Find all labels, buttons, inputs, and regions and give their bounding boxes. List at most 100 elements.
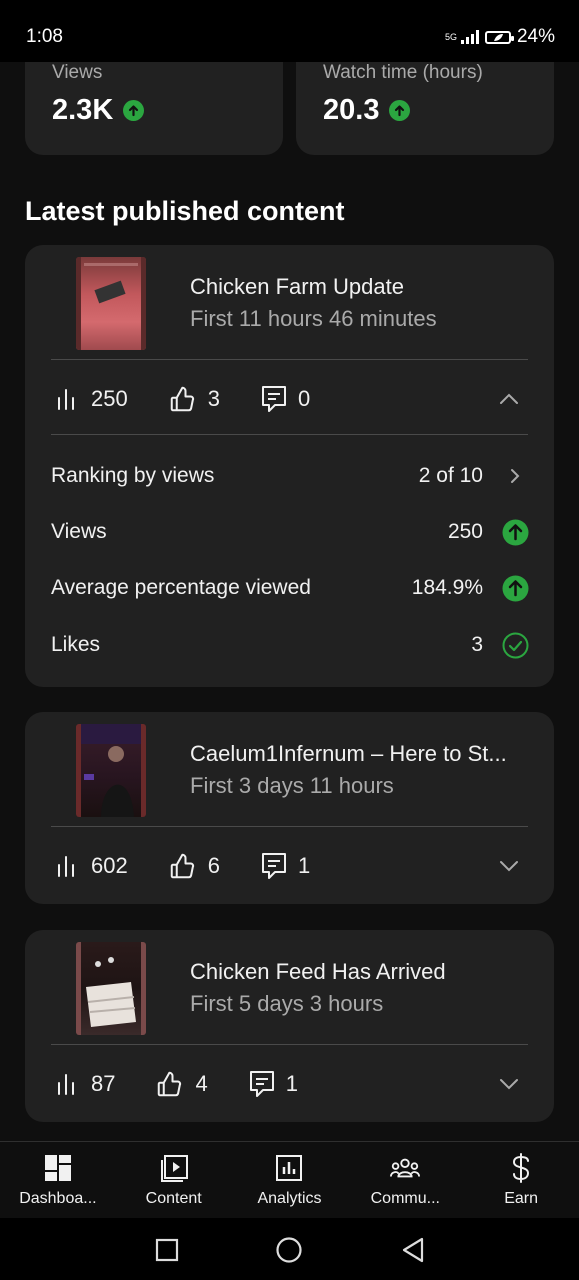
- detail-label: Views: [51, 520, 107, 543]
- analytics-icon: [273, 1152, 305, 1184]
- divider: [51, 359, 528, 360]
- likes-count: 4: [195, 1071, 208, 1096]
- comments-metric: 1: [260, 851, 310, 881]
- signal-icon: [460, 30, 479, 44]
- battery-percent: 24%: [516, 26, 555, 47]
- detail-value: 3: [471, 633, 483, 656]
- home-icon[interactable]: [275, 1236, 303, 1264]
- chevron-down-icon[interactable]: [498, 855, 520, 877]
- likes-count: 6: [207, 853, 220, 878]
- ranking-row[interactable]: Ranking by views 2 of 10: [51, 460, 529, 492]
- views-metric: 87: [55, 1071, 115, 1097]
- video-card[interactable]: Caelum1Infernum – Here to St... First 3 …: [25, 712, 554, 904]
- detail-value: 250: [447, 520, 483, 543]
- status-icons: 5G 24%: [445, 26, 555, 48]
- content-icon: [158, 1152, 190, 1184]
- comments-metric: 1: [248, 1069, 298, 1099]
- recent-apps-icon[interactable]: [155, 1238, 179, 1262]
- comments-count: 1: [285, 1071, 298, 1096]
- video-subtitle: First 11 hours 46 minutes: [190, 306, 437, 331]
- likes-metric: 6: [168, 851, 220, 881]
- nav-community[interactable]: Commu...: [347, 1142, 463, 1219]
- detail-value: 2 of 10: [418, 464, 483, 487]
- nav-content[interactable]: Content: [116, 1142, 232, 1219]
- nav-label: Analytics: [257, 1190, 322, 1207]
- trend-up-icon: [501, 518, 529, 546]
- nav-label: Content: [145, 1190, 202, 1207]
- bar-chart-icon: [58, 389, 74, 410]
- community-icon: [389, 1152, 421, 1184]
- chevron-up-icon[interactable]: [498, 388, 520, 410]
- video-title: Chicken Farm Update: [190, 274, 404, 299]
- dollar-icon: [505, 1152, 537, 1184]
- likes-detail-row: Likes 3: [51, 629, 529, 661]
- video-thumbnail[interactable]: [76, 257, 146, 350]
- detail-label: Ranking by views: [51, 464, 215, 487]
- nav-label: Earn: [504, 1190, 538, 1207]
- video-subtitle: First 5 days 3 hours: [190, 991, 384, 1016]
- video-card[interactable]: Chicken Farm Update First 11 hours 46 mi…: [25, 245, 554, 687]
- views-metric: 602: [55, 853, 128, 879]
- views-detail-row: Views 250: [51, 516, 529, 548]
- network-type: 5G: [444, 31, 457, 42]
- stat-label: Views: [52, 62, 103, 83]
- battery-icon: [484, 30, 514, 44]
- nav-dashboard[interactable]: Dashboa...: [0, 1142, 116, 1219]
- comments-metric: 0: [260, 384, 310, 414]
- video-metrics: 602 6 1: [55, 848, 310, 884]
- video-thumbnail[interactable]: [76, 942, 146, 1035]
- divider: [51, 434, 528, 435]
- comment-icon: [261, 853, 286, 879]
- chevron-down-icon[interactable]: [498, 1073, 520, 1095]
- trend-up-icon: [123, 100, 145, 121]
- views-count: 602: [91, 853, 128, 878]
- video-title: Chicken Feed Has Arrived: [190, 959, 446, 984]
- stat-value: 20.3: [323, 94, 380, 126]
- likes-metric: 3: [168, 384, 220, 414]
- bottom-nav: Dashboa... Content Analytics Commu... Ea…: [0, 1141, 579, 1219]
- comment-icon: [249, 1071, 274, 1097]
- detail-value: 184.9%: [411, 576, 483, 599]
- video-thumbnail[interactable]: [76, 724, 146, 817]
- likes-metric: 4: [155, 1069, 208, 1099]
- chevron-right-icon: [501, 462, 529, 490]
- likes-count: 3: [207, 386, 220, 411]
- dashboard-icon: [42, 1152, 74, 1184]
- video-subtitle: First 3 days 11 hours: [190, 773, 394, 798]
- nav-analytics[interactable]: Analytics: [232, 1142, 348, 1219]
- video-card[interactable]: Chicken Feed Has Arrived First 5 days 3 …: [25, 930, 554, 1122]
- watch-time-stat-card[interactable]: Watch time (hours) 20.3: [296, 62, 554, 155]
- bar-chart-icon: [58, 1074, 74, 1095]
- views-metric: 250: [55, 386, 128, 412]
- views-count: 87: [91, 1071, 116, 1096]
- views-stat-card[interactable]: Views 2.3K: [25, 62, 283, 155]
- comments-count: 0: [297, 386, 311, 411]
- back-icon[interactable]: [400, 1236, 426, 1264]
- status-bar: 1:08 5G 24%: [0, 0, 579, 62]
- detail-label: Likes: [51, 633, 101, 656]
- video-title: Caelum1Infernum – Here to St...: [190, 741, 507, 766]
- nav-label: Dashboa...: [19, 1190, 97, 1207]
- detail-label: Average percentage viewed: [51, 576, 311, 599]
- comments-count: 1: [297, 853, 311, 878]
- nav-earn[interactable]: Earn: [463, 1142, 579, 1219]
- thumbs-up-icon: [170, 386, 194, 412]
- avg-percentage-row: Average percentage viewed 184.9%: [51, 572, 529, 604]
- video-metrics: 250 3 0: [55, 381, 310, 417]
- divider: [51, 1044, 528, 1045]
- status-time: 1:08: [26, 26, 63, 47]
- views-count: 250: [91, 386, 128, 411]
- section-title: Latest published content: [25, 196, 345, 226]
- stat-value: 2.3K: [52, 94, 114, 126]
- video-metrics: 87 4 1: [55, 1066, 298, 1102]
- check-circle-icon: [501, 631, 529, 659]
- system-nav-bar: [0, 1218, 579, 1280]
- thumbs-up-icon: [158, 1071, 182, 1097]
- trend-up-icon: [389, 100, 411, 121]
- bar-chart-icon: [58, 856, 74, 877]
- stat-label: Watch time (hours): [323, 62, 483, 83]
- trend-up-icon: [501, 574, 529, 602]
- nav-label: Commu...: [370, 1190, 440, 1207]
- comment-icon: [261, 386, 286, 412]
- thumbs-up-icon: [170, 853, 194, 879]
